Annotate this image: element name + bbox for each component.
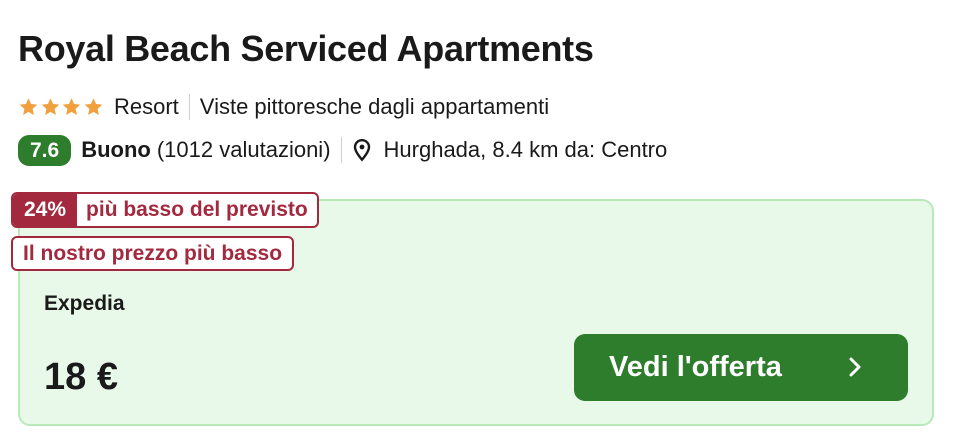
star-icon bbox=[62, 98, 81, 115]
map-pin-icon bbox=[353, 138, 370, 162]
star-icon bbox=[84, 98, 102, 115]
discount-badge: 24% più basso del previsto bbox=[11, 192, 319, 228]
discount-percent: 24% bbox=[13, 194, 78, 226]
rating-location-row: 7.6 Buono (1012 valutazioni) Hurghada, 8… bbox=[18, 133, 667, 167]
chevron-right-icon bbox=[849, 357, 861, 377]
hotel-category: Resort bbox=[114, 94, 179, 119]
score-badge: 7.6 bbox=[18, 134, 72, 166]
star-icon bbox=[19, 98, 38, 115]
hotel-name[interactable]: Royal Beach Serviced Apartments bbox=[18, 28, 594, 70]
provider-name: Expedia bbox=[44, 292, 125, 315]
view-deal-label: Vedi l'offerta bbox=[609, 351, 782, 383]
lowest-price-badge: Il nostro prezzo più basso bbox=[11, 236, 295, 271]
discount-text: più basso del previsto bbox=[86, 198, 308, 221]
hotel-location[interactable]: Hurghada, 8.4 km da: Centro bbox=[384, 137, 668, 163]
hotel-info-row: Resort Viste pittoresche dagli appartame… bbox=[18, 92, 549, 122]
hotel-highlight: Viste pittoresche dagli appartamenti bbox=[199, 94, 550, 119]
divider bbox=[340, 137, 342, 163]
price: 18 € bbox=[44, 356, 118, 398]
divider bbox=[188, 94, 190, 120]
rating-word: Buono bbox=[81, 137, 151, 162]
review-count[interactable]: (1012 valutazioni) bbox=[157, 137, 331, 163]
view-deal-button[interactable]: Vedi l'offerta bbox=[574, 334, 908, 401]
star-rating bbox=[18, 97, 104, 117]
star-icon bbox=[41, 98, 59, 115]
